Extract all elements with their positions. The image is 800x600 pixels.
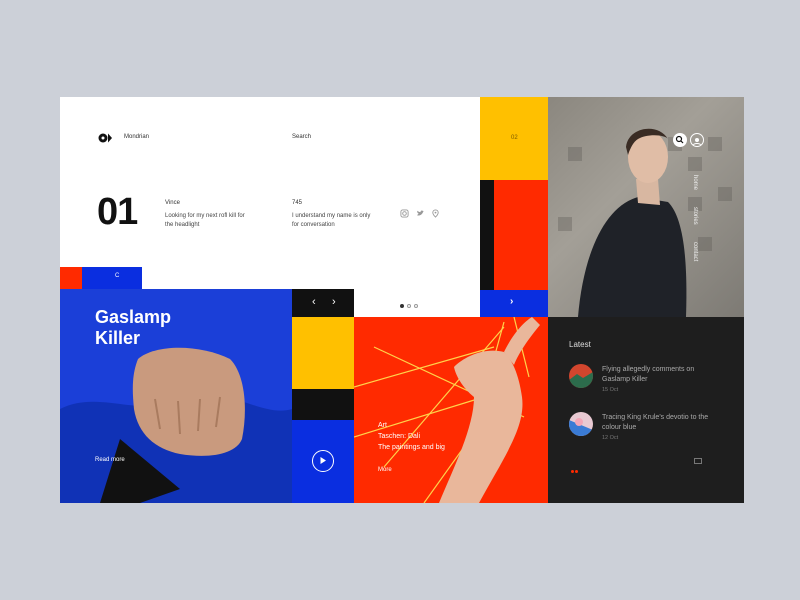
latest-item-2-date: 12 Oct (602, 435, 619, 441)
play-button[interactable] (312, 450, 334, 472)
pagination-dots (400, 295, 421, 313)
nav-home[interactable]: home (692, 175, 698, 190)
search-button[interactable] (673, 133, 687, 147)
art-panel[interactable]: Art Taschen: Dali The paintings and big … (354, 317, 548, 503)
location-pin-icon[interactable] (431, 209, 440, 218)
letter-tab[interactable]: C (82, 267, 142, 289)
yellow-block-top: 02 (480, 97, 548, 180)
art-photo (354, 317, 540, 503)
latest-item-1-title[interactable]: Flying allegedly comments on Gaslamp Kil… (602, 365, 702, 385)
column-text-1: Looking for my next rofl kill for the he… (165, 213, 245, 228)
slide-letter: C (115, 273, 120, 279)
art-category: Art (378, 422, 387, 429)
instagram-icon[interactable] (400, 209, 409, 218)
mondrian-card: Mondrian Search 01 Vince Looking for my … (60, 97, 744, 503)
latest-heading: Latest (569, 340, 591, 349)
red-block-right (494, 180, 548, 290)
column-text-2: I understand my name is only for convers… (292, 213, 371, 228)
latest-thumb-2-image (569, 418, 593, 436)
latest-item-1-date: 15 Oct (602, 387, 619, 393)
logo-icon[interactable] (98, 133, 112, 143)
pagination-dot-2[interactable] (407, 304, 411, 308)
pagination-dot-3[interactable] (414, 304, 418, 308)
slider-arrows: ‹ › (292, 289, 354, 317)
search-link[interactable]: Search (292, 134, 311, 140)
feature-panel[interactable]: Gaslamp Killer Read more (60, 289, 292, 503)
expand-icon[interactable] (694, 458, 702, 464)
latest-pager-dot-2[interactable] (575, 470, 578, 473)
play-block[interactable] (292, 420, 354, 503)
twitter-icon[interactable] (416, 209, 425, 218)
art-subtitle: The paintings and big (378, 444, 445, 451)
feature-title-line1: Gaslamp (95, 307, 172, 327)
art-caption: Art Taschen: Dali The paintings and big (378, 420, 445, 453)
next-arrow: › (510, 296, 514, 307)
user-button[interactable] (690, 133, 704, 147)
latest-pager-dot-1[interactable] (571, 470, 574, 473)
latest-thumb-2[interactable] (569, 412, 593, 436)
red-block-left (60, 267, 82, 289)
latest-item-2-title[interactable]: Tracing King Krule's devotio to the colo… (602, 413, 712, 433)
feature-title: Gaslamp Killer (95, 307, 171, 349)
art-title: Taschen: Dali (378, 433, 421, 440)
column-title-1: Vince (165, 200, 180, 206)
latest-panel: Latest Flying allegedly comments on Gasl… (548, 317, 744, 503)
next-arrow-small[interactable]: › (332, 296, 336, 308)
latest-pager (571, 460, 579, 473)
page-index: 02 (511, 135, 518, 141)
brand-name[interactable]: Mondrian (124, 134, 149, 140)
search-icon (675, 135, 684, 144)
latest-thumb-1[interactable] (569, 364, 593, 388)
yellow-block-mid (292, 317, 354, 389)
art-more-link[interactable]: More (378, 467, 392, 473)
read-more-link[interactable]: Read more (95, 457, 125, 463)
next-block[interactable]: › (480, 290, 548, 317)
column-title-2: 745 (292, 200, 303, 206)
prev-arrow[interactable]: ‹ (312, 296, 316, 308)
nav-contact[interactable]: contact (692, 242, 698, 261)
feature-title-line2: Killer (95, 328, 141, 348)
pagination-dot-1[interactable] (400, 304, 404, 308)
portrait-photo: home stories contact (548, 97, 744, 317)
latest-thumb-1-image (569, 372, 593, 388)
slide-number: 01 (97, 191, 138, 233)
play-icon (320, 457, 326, 464)
black-strip (480, 180, 494, 290)
user-icon (693, 138, 701, 146)
nav-stories[interactable]: stories (692, 207, 698, 225)
